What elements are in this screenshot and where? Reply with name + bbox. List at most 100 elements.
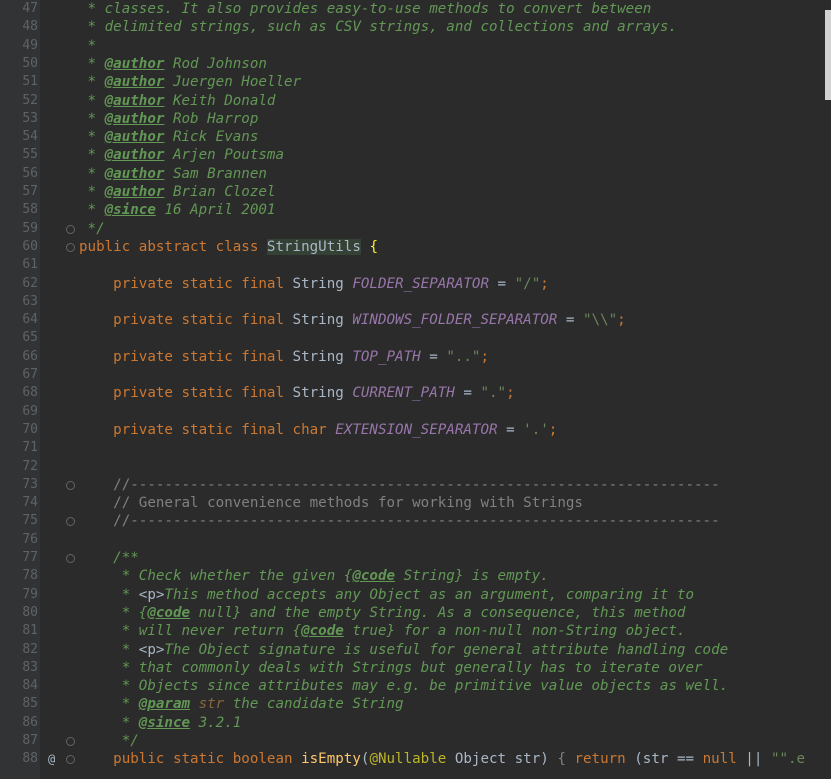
code-line[interactable]: 68 private static final String CURRENT_P… bbox=[0, 384, 831, 402]
code-line[interactable]: 55 * @author Arjen Poutsma bbox=[0, 146, 831, 164]
code-line[interactable]: 88 public static boolean isEmpty(@Nullab… bbox=[0, 750, 831, 768]
fold-marker-icon[interactable] bbox=[66, 737, 75, 746]
code-line[interactable]: 60 public abstract class StringUtils { bbox=[0, 238, 831, 256]
code-token: true} for a non-null non-String object. bbox=[343, 623, 686, 640]
code-line[interactable]: 84 * Objects since attributes may e.g. b… bbox=[0, 677, 831, 695]
code-line[interactable]: 71 bbox=[0, 439, 831, 457]
code-line[interactable]: 80 * {@code null} and the empty String. … bbox=[0, 604, 831, 622]
code-token: private static final char bbox=[79, 421, 336, 438]
code-token: FOLDER_SEPARATOR bbox=[352, 275, 490, 292]
fold-marker-icon[interactable] bbox=[66, 224, 75, 234]
code-token: */ bbox=[79, 733, 139, 749]
code-token: * bbox=[79, 714, 139, 731]
code-line[interactable]: 77 /** bbox=[0, 549, 831, 567]
vertical-scrollbar[interactable] bbox=[825, 0, 831, 779]
code-line[interactable]: 79 * <p>This method accepts any Object a… bbox=[0, 586, 831, 604]
code-line[interactable]: 69 bbox=[0, 403, 831, 421]
code-token: * bbox=[79, 184, 105, 200]
fold-marker-icon[interactable] bbox=[66, 480, 75, 490]
code-line[interactable]: 81 * will never return {@code true} for … bbox=[0, 622, 831, 640]
code-token: <p> bbox=[138, 641, 165, 658]
code-line[interactable]: 53 * @author Rob Harrop bbox=[0, 110, 831, 128]
code-line[interactable]: 52 * @author Keith Donald bbox=[0, 92, 831, 110]
code-text: // General convenience methods for worki… bbox=[79, 494, 583, 512]
code-line[interactable]: 64 private static final String WINDOWS_F… bbox=[0, 311, 831, 329]
line-number: 88 bbox=[22, 751, 38, 767]
override-marker-icon[interactable]: @ bbox=[48, 752, 55, 766]
code-line[interactable]: 78 * Check whether the given {@code Stri… bbox=[0, 567, 831, 585]
code-line[interactable]: 47 * classes. It also provides easy-to-u… bbox=[0, 0, 831, 18]
code-line[interactable]: 74 // General convenience methods for wo… bbox=[0, 494, 831, 512]
code-line[interactable]: 59 */ bbox=[0, 220, 831, 238]
code-line[interactable]: 67 bbox=[0, 366, 831, 384]
code-line[interactable]: 87 */ bbox=[0, 732, 831, 750]
line-number: 63 bbox=[22, 293, 38, 309]
code-token: = bbox=[454, 385, 481, 402]
code-line[interactable]: 54 * @author Rick Evans bbox=[0, 128, 831, 146]
line-number: 87 bbox=[22, 733, 38, 748]
code-line[interactable]: 82 * <p>The Object signature is useful f… bbox=[0, 641, 831, 659]
line-number: 86 bbox=[22, 714, 38, 730]
code-token: String bbox=[292, 385, 353, 402]
code-line[interactable]: 66 private static final String TOP_PATH … bbox=[0, 348, 831, 366]
code-token: * bbox=[79, 37, 97, 54]
code-line[interactable]: 75 //-----------------------------------… bbox=[0, 512, 831, 530]
code-line[interactable]: 48 * delimited strings, such as CSV stri… bbox=[0, 18, 831, 36]
line-number: 54 bbox=[22, 129, 38, 145]
code-line[interactable]: 63 bbox=[0, 293, 831, 311]
code-line[interactable]: 58 * @since 16 April 2001 bbox=[0, 201, 831, 219]
code-line[interactable]: 76 bbox=[0, 531, 831, 549]
line-number: 60 bbox=[22, 238, 38, 254]
code-text: * that commonly deals with Strings but g… bbox=[79, 659, 703, 677]
line-number: 59 bbox=[22, 220, 38, 236]
code-token: @author bbox=[104, 184, 165, 200]
code-token: @author bbox=[104, 55, 165, 72]
code-text: * @since 16 April 2001 bbox=[79, 201, 276, 219]
code-line[interactable]: 65 bbox=[0, 329, 831, 347]
code-token: (str == bbox=[634, 751, 703, 768]
code-token: private static final bbox=[79, 348, 293, 365]
code-line[interactable]: 86 * @since 3.2.1 bbox=[0, 714, 831, 732]
code-token: //--------------------------------------… bbox=[79, 476, 720, 493]
code-line[interactable]: 49 * bbox=[0, 37, 831, 55]
code-token: @author bbox=[104, 147, 165, 164]
code-line[interactable]: 70 private static final char EXTENSION_S… bbox=[0, 421, 831, 439]
code-token: @since bbox=[104, 202, 156, 219]
code-line[interactable]: 85 * @param str the candidate String bbox=[0, 695, 831, 713]
scrollbar-thumb[interactable] bbox=[825, 10, 831, 100]
line-number: 69 bbox=[22, 403, 38, 419]
code-line[interactable]: 57 * @author Brian Clozel bbox=[0, 183, 831, 201]
code-token: '.' bbox=[523, 421, 549, 438]
line-number: 62 bbox=[22, 275, 38, 291]
code-token: "." bbox=[480, 385, 507, 402]
code-token: public abstract class bbox=[79, 238, 267, 255]
code-line[interactable]: 51 * @author Juergen Hoeller bbox=[0, 73, 831, 91]
code-token: * bbox=[79, 55, 105, 72]
code-area[interactable]: 47 * classes. It also provides easy-to-u… bbox=[0, 0, 831, 779]
code-line[interactable]: 61 bbox=[0, 256, 831, 274]
code-token: * { bbox=[79, 604, 148, 621]
code-line[interactable]: 83 * that commonly deals with Strings bu… bbox=[0, 659, 831, 677]
code-token: * bbox=[79, 129, 105, 146]
code-line[interactable]: 62 private static final String FOLDER_SE… bbox=[0, 275, 831, 293]
code-line[interactable]: 56 * @author Sam Brannen bbox=[0, 165, 831, 183]
code-line[interactable]: 50 * @author Rod Johnson bbox=[0, 55, 831, 73]
code-line[interactable]: 73 //-----------------------------------… bbox=[0, 476, 831, 494]
line-number: 66 bbox=[22, 348, 38, 364]
code-editor[interactable]: 47 * classes. It also provides easy-to-u… bbox=[0, 0, 831, 779]
code-token: @code bbox=[352, 568, 396, 585]
code-token: ; bbox=[540, 275, 549, 292]
line-number: 57 bbox=[22, 184, 38, 199]
code-token: * will never return { bbox=[79, 623, 302, 640]
code-token: The Object signature is useful for gener… bbox=[164, 641, 729, 658]
fold-marker-icon[interactable] bbox=[66, 554, 75, 563]
code-token: * that commonly deals with Strings but g… bbox=[79, 659, 703, 676]
line-number: 84 bbox=[22, 678, 38, 694]
code-line[interactable]: 72 bbox=[0, 458, 831, 476]
line-number: 81 bbox=[22, 623, 38, 639]
fold-marker-icon[interactable] bbox=[66, 242, 75, 252]
line-number: 77 bbox=[22, 550, 38, 565]
code-token: * bbox=[79, 92, 105, 109]
code-token: String bbox=[292, 348, 353, 365]
